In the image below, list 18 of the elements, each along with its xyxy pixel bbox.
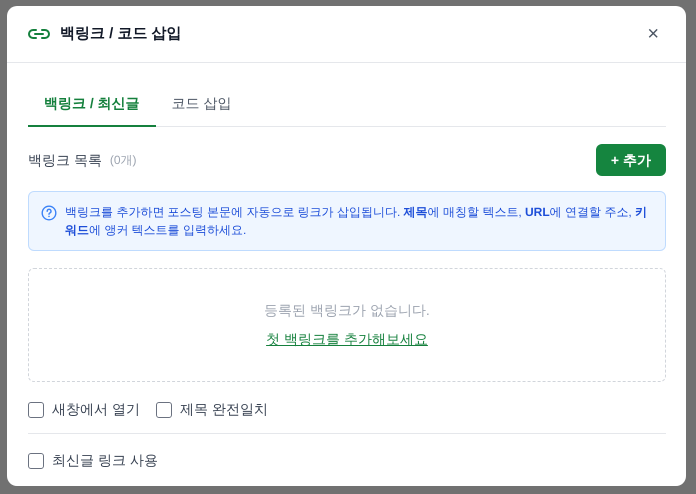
link-icon (28, 28, 50, 40)
help-icon (41, 205, 57, 221)
checkbox-label: 제목 완전일치 (180, 400, 268, 419)
add-button[interactable]: + 추가 (596, 144, 666, 176)
tab[interactable]: 코드 삽입 (156, 93, 248, 127)
checkbox[interactable] (156, 402, 172, 418)
dialog-title: 백링크 / 코드 삽입 (60, 24, 182, 44)
empty-message: 등록된 백링크가 없습니다. (264, 301, 430, 320)
info-text: 백링크를 추가하면 포스팅 본문에 자동으로 링크가 삽입됩니다. 제목에 매칭할 텍스트, URL에 연결할 주소, 키워드에 앵커 텍스트를 입력하세요. (65, 204, 648, 239)
add-first-link[interactable]: 첫 백링크를 추가해보세요 (266, 329, 428, 350)
checkbox[interactable] (28, 402, 44, 418)
checkbox-label: 새창에서 열기 (52, 400, 140, 419)
close-button[interactable]: × (647, 24, 659, 44)
count-label: (0개) (110, 152, 137, 169)
section-label: 백링크 목록 (28, 150, 102, 170)
checkbox[interactable] (28, 452, 44, 468)
tab[interactable]: 백링크 / 최신글 (28, 93, 156, 127)
checkbox-label: 최신글 링크 사용 (52, 451, 158, 470)
